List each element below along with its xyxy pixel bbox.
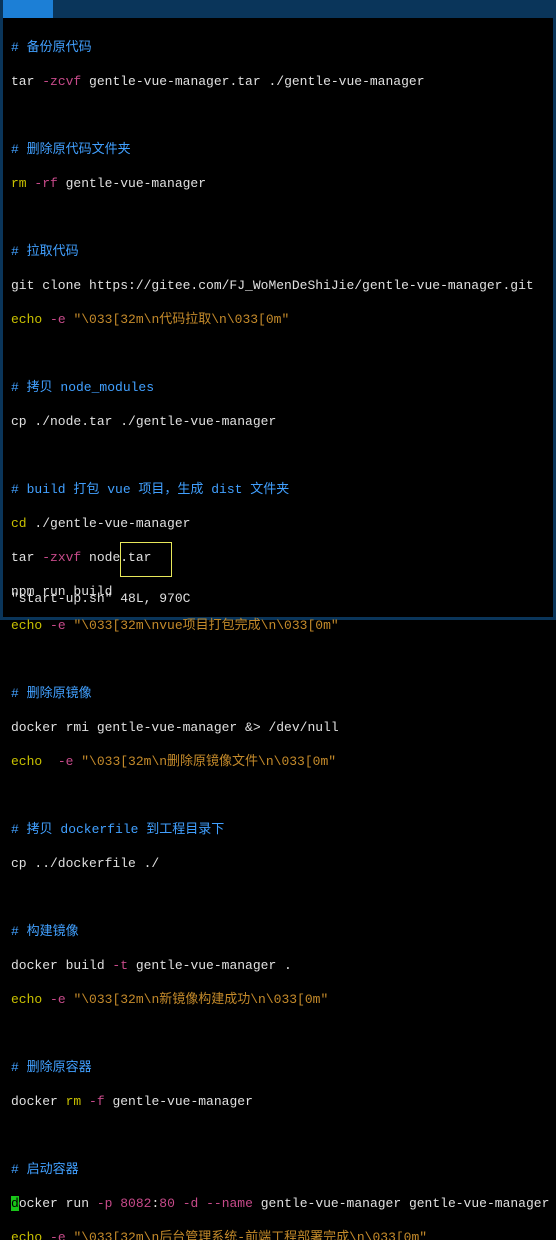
code-line: rm -rf gentle-vue-manager: [11, 175, 545, 192]
comment: # 启动容器: [11, 1161, 545, 1178]
code-line: echo -e "\033[32m\n代码拉取\n\033[0m": [11, 311, 545, 328]
comment: # 构建镜像: [11, 923, 545, 940]
tab-active[interactable]: [3, 0, 55, 18]
code-line: echo -e "\033[32m\n新镜像构建成功\n\033[0m": [11, 991, 545, 1008]
tab-strip: [3, 0, 553, 18]
vim-status-line: "start-up.sh" 48L, 970C: [11, 590, 190, 607]
cursor: d: [11, 1196, 19, 1211]
comment: # 删除原镜像: [11, 685, 545, 702]
comment: # build 打包 vue 项目，生成 dist 文件夹: [11, 481, 545, 498]
code-line: echo -e "\033[32m\n删除原镜像文件\n\033[0m": [11, 753, 545, 770]
comment: # 备份原代码: [11, 39, 545, 56]
code-line: tar -zcvf gentle-vue-manager.tar ./gentl…: [11, 73, 545, 90]
terminal-viewport[interactable]: # 备份原代码 tar -zcvf gentle-vue-manager.tar…: [3, 18, 553, 1240]
code-line: docker rmi gentle-vue-manager &> /dev/nu…: [11, 719, 545, 736]
code-line: cp ../dockerfile ./: [11, 855, 545, 872]
code-line: cp ./node.tar ./gentle-vue-manager: [11, 413, 545, 430]
comment: # 删除原容器: [11, 1059, 545, 1076]
terminal-frame: # 备份原代码 tar -zcvf gentle-vue-manager.tar…: [0, 0, 556, 620]
code-line: docker rm -f gentle-vue-manager: [11, 1093, 545, 1110]
code-line: cd ./gentle-vue-manager: [11, 515, 545, 532]
code-line: docker build -t gentle-vue-manager .: [11, 957, 545, 974]
comment: # 拉取代码: [11, 243, 545, 260]
comment: # 删除原代码文件夹: [11, 141, 545, 158]
comment: # 拷贝 dockerfile 到工程目录下: [11, 821, 545, 838]
code-line: git clone https://gitee.com/FJ_WoMenDeSh…: [11, 277, 545, 294]
code-line: tar -zxvf node.tar: [11, 549, 545, 566]
code-line: echo -e "\033[32m\n后台管理系统-前端工程部署完成\n\033…: [11, 1229, 545, 1240]
comment: # 拷贝 node_modules: [11, 379, 545, 396]
code-line: docker run -p 8082:80 -d --name gentle-v…: [11, 1195, 545, 1212]
